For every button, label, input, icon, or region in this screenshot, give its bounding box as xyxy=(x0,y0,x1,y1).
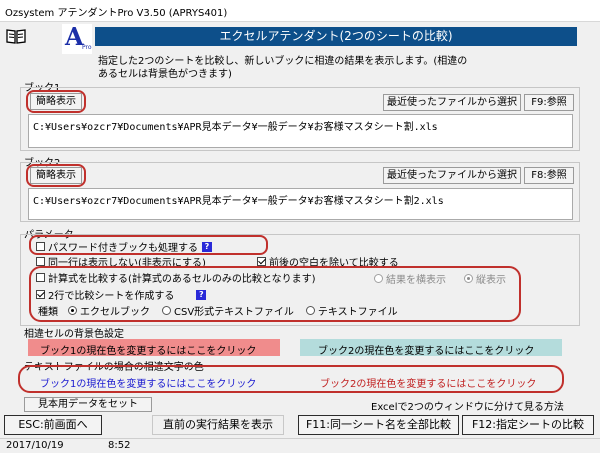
book2-path-field[interactable]: C:¥Users¥ozcr7¥Documents¥APR見本データ¥一般データ¥… xyxy=(28,188,573,220)
logo-letter: A xyxy=(65,22,84,51)
status-time: 8:52 xyxy=(108,440,131,451)
title-bar: Ozsystem アテンダントPro V3.50 (APRYS401) xyxy=(0,0,600,22)
status-date: 2017/10/19 xyxy=(6,440,64,451)
book1-path-field[interactable]: C:¥Users¥ozcr7¥Documents¥APR見本データ¥一般データ¥… xyxy=(28,114,573,148)
book2-summary-highlight xyxy=(26,164,86,187)
book1-browse-button[interactable]: F9:参照 xyxy=(524,94,574,111)
banner-text: エクセルアテンダント(2つのシートの比較) xyxy=(219,29,453,43)
split-window-text[interactable]: Excelで2つのウィンドウに分けて見る方法 xyxy=(371,398,564,413)
book-icon[interactable] xyxy=(6,28,26,44)
status-bar xyxy=(0,438,600,453)
textcolor-highlight xyxy=(18,365,564,393)
prev-result-button[interactable]: 直前の実行結果を表示 xyxy=(152,415,284,435)
description-line2: あるセルは背景色がつきます) xyxy=(98,69,232,80)
params-highlight xyxy=(29,266,521,322)
book2-recent-button[interactable]: 最近使ったファイルから選択 xyxy=(383,167,521,184)
book1-summary-highlight xyxy=(26,90,86,113)
trim-checkbox[interactable] xyxy=(257,257,266,266)
bgcolor-book2-text[interactable]: ブック2の現在色を変更するにはここをクリック xyxy=(318,342,534,357)
same-row-checkbox[interactable] xyxy=(36,257,45,266)
app-logo: A Pro xyxy=(62,22,92,54)
window-title: Ozsystem アテンダントPro V3.50 (APRYS401) xyxy=(5,8,228,19)
logo-sub: Pro xyxy=(82,44,92,51)
f12-button[interactable]: F12:指定シートの比較 xyxy=(462,415,594,435)
book2-browse-button[interactable]: F8:参照 xyxy=(524,167,574,184)
f11-button[interactable]: F11:同一シート名を全部比較 xyxy=(298,415,459,435)
esc-button[interactable]: ESC:前画面へ xyxy=(4,415,102,435)
title-banner: エクセルアテンダント(2つのシートの比較) xyxy=(95,27,577,46)
book1-recent-button[interactable]: 最近使ったファイルから選択 xyxy=(383,94,521,111)
sample-data-button[interactable]: 見本用データをセット xyxy=(24,397,152,412)
bgcolor-label: 相違セルの背景色設定 xyxy=(24,329,124,340)
bgcolor-book1-text[interactable]: ブック1の現在色を変更するにはここをクリック xyxy=(40,342,256,357)
password-highlight xyxy=(29,235,268,255)
